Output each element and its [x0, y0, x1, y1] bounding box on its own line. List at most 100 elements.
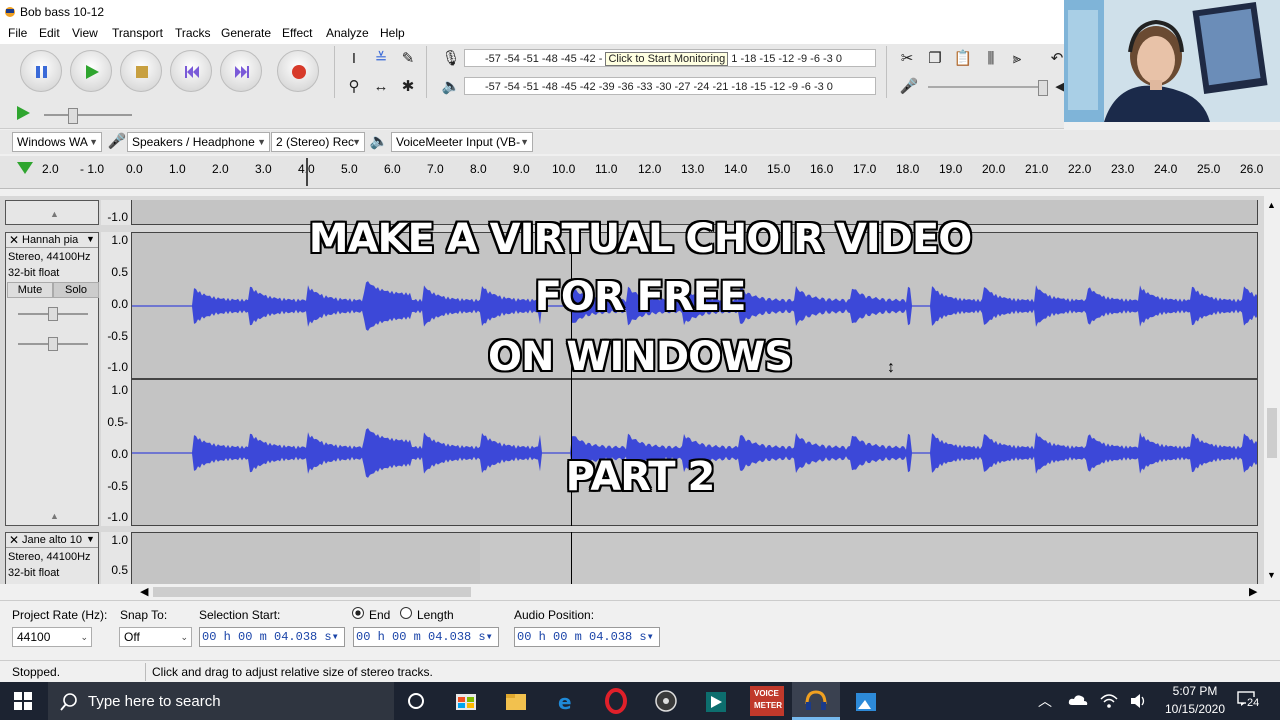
trim-audio-icon[interactable]: ⫼ — [980, 48, 1002, 70]
recording-channels-select[interactable]: 2 (Stereo) Rec ▼ — [271, 132, 365, 152]
playback-device-value: Speakers / Headphone — [132, 135, 255, 149]
menu-transport[interactable]: Transport — [112, 26, 163, 40]
collapse-track-arrow-icon[interactable]: ▲ — [50, 511, 59, 521]
copy-icon[interactable]: ❐ — [924, 48, 946, 70]
menu-effect[interactable]: Effect — [282, 26, 312, 40]
selection-tool-icon[interactable]: I — [343, 48, 365, 70]
show-hidden-icons-chevron-icon[interactable]: ︿ — [1038, 691, 1052, 711]
recording-volume-slider[interactable] — [928, 86, 1048, 88]
playback-meter-scale: -57 -54 -51 -48 -45 -42 -39 -36 -33 -30 … — [485, 81, 833, 93]
menu-view[interactable]: View — [72, 26, 98, 40]
prev-track-panel-bottom[interactable]: ▲ — [5, 200, 99, 225]
opera-browser-icon[interactable] — [596, 686, 636, 716]
status-hint: Click and drag to adjust relative size o… — [152, 665, 433, 679]
project-rate-select[interactable]: 44100 ⌄ — [12, 627, 92, 647]
silence-audio-icon[interactable]: ⫸ — [1006, 48, 1028, 70]
onedrive-cloud-icon[interactable] — [1068, 693, 1088, 707]
scroll-down-icon[interactable]: ▼ — [1267, 570, 1276, 580]
playback-meter[interactable]: -57 -54 -51 -48 -45 -42 -39 -36 -33 -30 … — [464, 77, 876, 95]
end-radio[interactable] — [352, 607, 364, 619]
taskbar-search-box[interactable]: Type here to search — [48, 682, 394, 720]
track-name[interactable]: Jane alto 10 — [22, 534, 82, 546]
track-menu-chevron-icon[interactable]: ▼ — [86, 234, 95, 244]
voicemeeter-icon[interactable]: VOICE METER — [750, 686, 784, 716]
track-control-panel[interactable]: ✕ Jane alto 10 ▼ Stereo, 44100Hz 32-bit … — [5, 532, 99, 584]
scroll-right-icon[interactable]: ▶ — [1249, 585, 1257, 598]
playback-device-mic-icon: 🎤 — [107, 133, 127, 150]
file-explorer-icon[interactable] — [496, 686, 536, 716]
windows-start-icon[interactable] — [14, 692, 32, 710]
menu-tracks[interactable]: Tracks — [175, 26, 211, 40]
skip-to-start-button[interactable] — [170, 50, 212, 92]
length-radio[interactable] — [400, 607, 412, 619]
action-center-button[interactable]: 24 — [1232, 688, 1266, 714]
recording-device-select[interactable]: VoiceMeeter Input (VB- ▼ — [391, 132, 533, 152]
horizontal-scrollbar-thumb[interactable] — [153, 587, 471, 597]
menu-generate[interactable]: Generate — [221, 26, 271, 40]
record-button[interactable] — [277, 50, 319, 92]
clock-date[interactable]: 10/15/2020 — [1160, 702, 1230, 716]
selection-start-time[interactable]: 00 h 00 m 04.038 s▾ — [199, 627, 345, 647]
collapse-track-arrow-icon[interactable]: ▲ — [50, 209, 59, 219]
close-track-icon[interactable]: ✕ — [9, 533, 19, 547]
play-speed-slider-thumb[interactable] — [68, 108, 78, 124]
menu-analyze[interactable]: Analyze — [326, 26, 369, 40]
skip-to-end-button[interactable] — [220, 50, 262, 92]
menu-edit[interactable]: Edit — [39, 26, 60, 40]
mute-button[interactable]: Mute — [7, 282, 53, 298]
menu-help[interactable]: Help — [380, 26, 405, 40]
play-button[interactable] — [70, 50, 112, 92]
track-menu-chevron-icon[interactable]: ▼ — [86, 534, 95, 544]
solo-button[interactable]: Solo — [53, 282, 99, 298]
play-head-green-icon[interactable] — [16, 160, 34, 176]
audio-host-select[interactable]: Windows WA ▼ — [12, 132, 102, 152]
zoom-tool-icon[interactable]: ⚲ — [343, 76, 365, 98]
pause-button[interactable] — [20, 50, 62, 92]
photos-app-icon[interactable] — [846, 686, 886, 716]
menu-file[interactable]: File — [8, 26, 27, 40]
audio-position-time[interactable]: 00 h 00 m 04.038 s▾ — [514, 627, 660, 647]
recording-volume-slider-thumb[interactable] — [1038, 80, 1048, 96]
edge-browser-icon[interactable]: e — [546, 686, 586, 716]
waveform-right-channel[interactable] — [131, 379, 1258, 526]
snap-to-select[interactable]: Off ⌄ — [119, 627, 192, 647]
volume-icon[interactable] — [1130, 692, 1148, 710]
track-control-panel[interactable]: ✕ Hannah pia ▼ Stereo, 44100Hz 32-bit fl… — [5, 232, 99, 526]
wifi-icon[interactable] — [1100, 692, 1118, 710]
record-meter[interactable]: -57 -54 -51 -48 -45 -42 - Click to Start… — [464, 49, 876, 67]
selection-end-time[interactable]: 00 h 00 m 04.038 s▾ — [353, 627, 499, 647]
record-meter-mic-icon[interactable]: 🎙 — [440, 48, 462, 70]
timeline-ruler[interactable]: 2.0- 1.00.01.02.03.04.05.06.07.08.09.010… — [0, 156, 1280, 189]
cut-icon[interactable]: ✂ — [896, 48, 918, 70]
track-name[interactable]: Hannah pia — [22, 234, 78, 246]
envelope-tool-icon[interactable]: ≚ — [370, 48, 392, 70]
video-editor-icon[interactable] — [696, 686, 736, 716]
scroll-up-icon[interactable]: ▲ — [1267, 200, 1276, 210]
track-2-waveform[interactable] — [131, 532, 1258, 584]
vertical-scrollbar[interactable]: ▲ ▼ — [1264, 200, 1280, 584]
close-track-icon[interactable]: ✕ — [9, 233, 19, 247]
skip-start-icon — [185, 66, 199, 78]
stop-button[interactable] — [120, 50, 162, 92]
audacity-taskbar-button-active[interactable] — [792, 682, 840, 720]
paste-icon[interactable]: 📋 — [952, 48, 974, 70]
obs-studio-icon[interactable] — [646, 686, 686, 716]
play-speed-slider[interactable] — [44, 114, 132, 116]
gain-slider-thumb[interactable] — [48, 307, 58, 321]
timeshift-tool-icon[interactable]: ↔ — [370, 76, 392, 98]
horizontal-scrollbar[interactable]: ◀ ▶ — [137, 584, 1264, 600]
multi-tool-icon[interactable]: ✱ — [397, 76, 419, 98]
timeline-tick-label: 21.0 — [1025, 162, 1049, 176]
microsoft-store-icon[interactable] — [446, 686, 486, 716]
play-at-speed-button[interactable] — [14, 104, 32, 125]
vertical-scrollbar-thumb[interactable] — [1267, 408, 1277, 458]
task-view-icon[interactable] — [396, 686, 436, 716]
draw-tool-icon[interactable]: ✎ — [397, 48, 419, 70]
pan-slider-thumb[interactable] — [48, 337, 58, 351]
scroll-left-icon[interactable]: ◀ — [140, 585, 148, 598]
track-name-bar[interactable]: ✕ Hannah pia ▼ — [6, 233, 98, 248]
track-name-bar[interactable]: ✕ Jane alto 10 ▼ — [6, 533, 98, 548]
playback-device-select[interactable]: Speakers / Headphone ▼ — [127, 132, 270, 152]
clock-time[interactable]: 5:07 PM — [1164, 684, 1226, 698]
playback-meter-speaker-icon[interactable]: 🔈 — [440, 76, 462, 98]
